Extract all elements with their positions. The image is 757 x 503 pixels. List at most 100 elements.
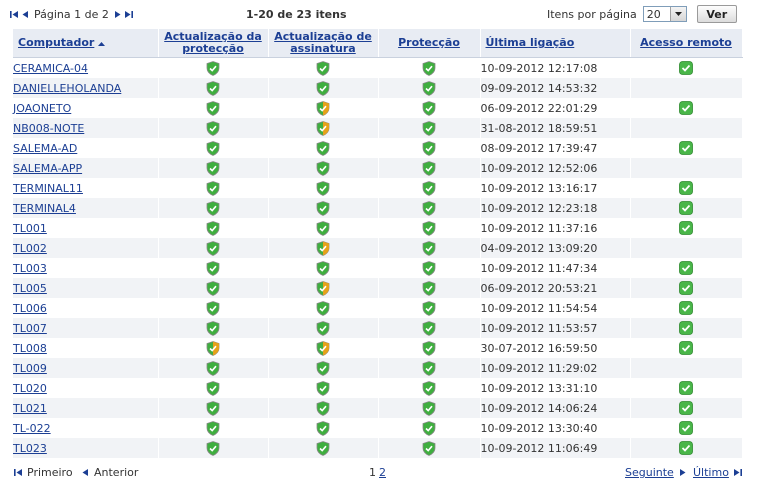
shield-warning-icon [316,340,330,356]
computer-cell: TL-022 [13,418,159,438]
remote-access-check-icon[interactable] [679,441,693,455]
computer-link[interactable]: TL002 [13,242,47,255]
signature-update-cell [268,338,379,358]
computer-link[interactable]: TL005 [13,282,47,295]
protection-update-cell [158,158,269,178]
page-2-link[interactable]: 2 [379,466,386,479]
remote-access-check-icon[interactable] [679,101,693,115]
remote-access-check-icon[interactable] [679,401,693,415]
shield-check-icon [422,320,436,336]
column-header-computer[interactable]: Computador [13,29,159,58]
remote-access-check-icon[interactable] [679,141,693,155]
next-page-icon[interactable] [113,10,122,19]
column-header-remote-access[interactable]: Acesso remoto [630,29,743,58]
shield-check-icon [422,120,436,136]
remote-access-check-icon[interactable] [679,201,693,215]
items-per-page-label: Itens por página [547,7,637,21]
protection-cell [378,118,481,138]
computer-link[interactable]: TL006 [13,302,47,315]
protection-cell [378,418,481,438]
table-row: NB008-NOTE 31-08-2012 18:59:51 [13,118,743,138]
computer-link[interactable]: TL001 [13,222,47,235]
protection-cell [378,98,481,118]
shield-warning-icon [316,280,330,296]
remote-access-cell [630,378,743,398]
signature-update-cell [268,98,379,118]
column-header-protection-update[interactable]: Actualização da protecção [158,29,269,58]
computer-link[interactable]: NB008-NOTE [13,122,84,135]
computer-cell: DANIELLEHOLANDA [13,78,159,98]
remote-access-check-icon[interactable] [679,301,693,315]
next-page-link[interactable]: Seguinte [625,466,687,479]
last-connection-cell: 09-09-2012 14:53:32 [480,78,631,98]
computer-cell: TL009 [13,358,159,378]
remote-access-check-icon[interactable] [679,221,693,235]
computer-link[interactable]: TL007 [13,322,47,335]
computer-link[interactable]: SALEMA-APP [13,162,82,175]
computer-link[interactable]: TL009 [13,362,47,375]
computer-link[interactable]: CERAMICA-04 [13,62,88,75]
last-page-icon[interactable] [124,10,133,19]
remote-access-check-icon[interactable] [679,281,693,295]
computer-link[interactable]: TL008 [13,342,47,355]
computer-cell: TL001 [13,218,159,238]
computer-link[interactable]: TL020 [13,382,47,395]
table-row: JOAONETO 06-09-2012 22:01:29 [13,98,743,118]
column-header-protection[interactable]: Protecção [378,29,481,58]
first-page-link[interactable]: Primeiro [14,466,73,479]
protection-update-cell [158,358,269,378]
column-header-signature-update[interactable]: Actualização de assinatura [268,29,379,58]
column-header-last-connection[interactable]: Última ligação [480,29,631,58]
computer-cell: SALEMA-AD [13,138,159,158]
remote-access-check-icon[interactable] [679,261,693,275]
shield-check-icon [316,160,330,176]
remote-access-check-icon[interactable] [679,421,693,435]
table-row: TL-022 10-09-2012 13:30:40 [13,418,743,438]
computer-link[interactable]: TL003 [13,262,47,275]
previous-page-link[interactable]: Anterior [81,466,138,479]
protection-update-cell [158,378,269,398]
remote-access-check-icon[interactable] [679,181,693,195]
remote-access-check-icon[interactable] [679,381,693,395]
protection-update-cell [158,278,269,298]
column-header-protection-update-line2: protecção [182,42,244,55]
computer-link[interactable]: TERMINAL11 [13,182,83,195]
remote-access-check-icon[interactable] [679,61,693,75]
page-numbers: 12 [369,466,386,479]
view-button[interactable]: Ver [696,5,737,23]
computer-link[interactable]: TL021 [13,402,47,415]
first-page-icon[interactable] [10,10,19,19]
computer-link[interactable]: SALEMA-AD [13,142,77,155]
computer-link[interactable]: TL023 [13,442,47,455]
signature-update-cell [268,238,379,258]
shield-check-icon [316,300,330,316]
shield-check-icon [206,380,220,396]
computer-link[interactable]: TL-022 [13,422,51,435]
last-connection-cell: 08-09-2012 17:39:47 [480,138,631,158]
protection-update-cell [158,338,269,358]
table-header: Computador Actualização da protecção Actu… [13,29,743,58]
previous-page-icon[interactable] [21,10,30,19]
remote-access-cell [630,118,743,138]
shield-check-icon [316,360,330,376]
remote-access-cell [630,158,743,178]
remote-access-check-icon[interactable] [679,321,693,335]
last-connection-cell: 10-09-2012 11:53:57 [480,318,631,338]
remote-access-check-icon[interactable] [679,341,693,355]
protection-cell [378,278,481,298]
shield-check-icon [422,100,436,116]
computer-link[interactable]: JOAONETO [13,102,71,115]
shield-check-icon [422,340,436,356]
chevron-down-icon[interactable] [669,7,686,21]
protection-cell [378,378,481,398]
computer-cell: TL006 [13,298,159,318]
last-connection-cell: 10-09-2012 12:17:08 [480,57,631,78]
last-connection-cell: 06-09-2012 22:01:29 [480,98,631,118]
computer-link[interactable]: DANIELLEHOLANDA [13,82,121,95]
items-per-page-select[interactable]: 20 [642,6,687,22]
remote-access-cell [630,318,743,338]
last-connection-cell: 31-08-2012 18:59:51 [480,118,631,138]
table-row: TL001 10-09-2012 11:37:16 [13,218,743,238]
computer-link[interactable]: TERMINAL4 [13,202,76,215]
last-page-link[interactable]: Último [693,466,742,479]
